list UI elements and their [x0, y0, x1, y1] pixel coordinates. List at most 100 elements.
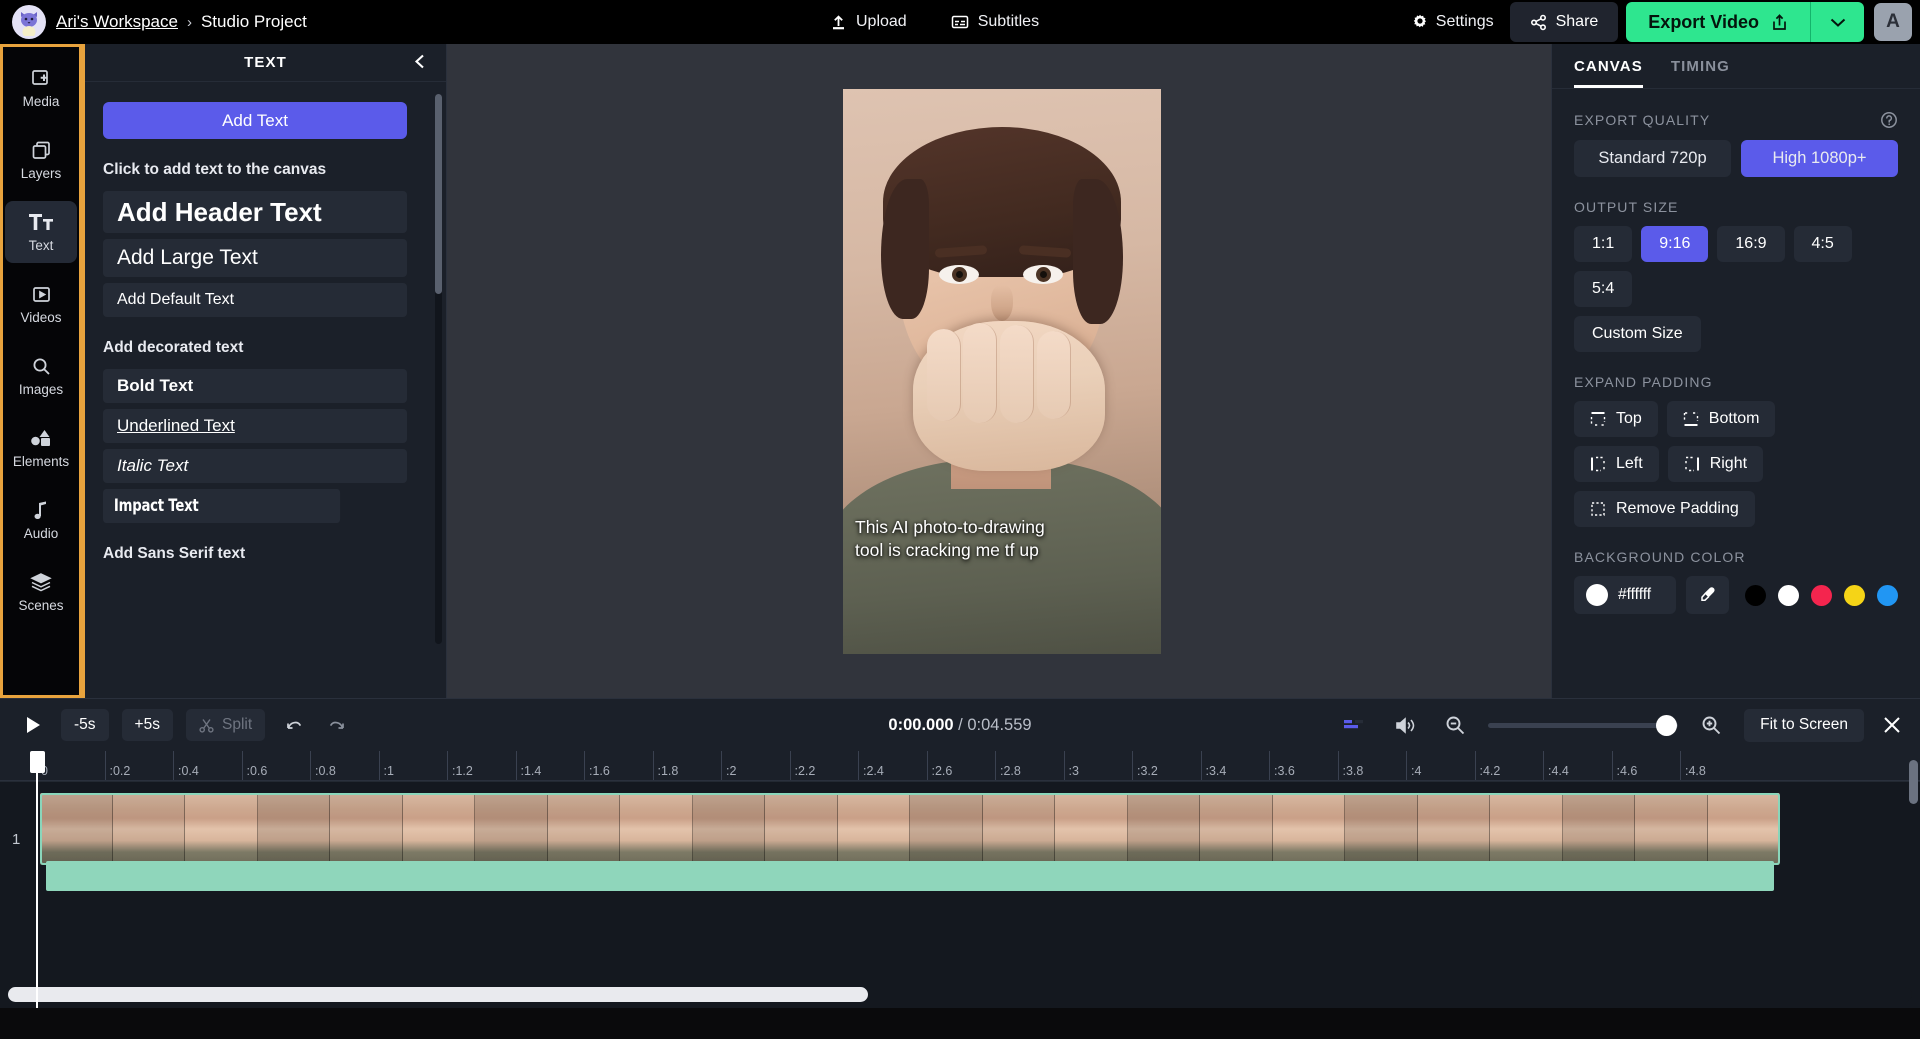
padding-right-button[interactable]: Right: [1667, 446, 1764, 482]
ratio-1-1[interactable]: 1:1: [1574, 226, 1633, 262]
playhead-handle[interactable]: [30, 751, 45, 773]
sidebar-item-audio[interactable]: Audio: [5, 489, 77, 551]
settings-button[interactable]: Settings: [1412, 13, 1494, 31]
tab-timing[interactable]: TIMING: [1671, 58, 1730, 88]
color-swatches: [1745, 584, 1898, 606]
page-title: TEXT: [244, 54, 287, 71]
upload-button[interactable]: Upload: [830, 13, 907, 31]
remove-padding-button[interactable]: Remove Padding: [1574, 491, 1755, 527]
style-label: Add Header Text: [117, 196, 322, 227]
padding-top-button[interactable]: Top: [1574, 401, 1658, 437]
top-center-actions: Upload Subtitles: [830, 0, 1039, 44]
style-add-header-text[interactable]: Add Header Text: [103, 191, 407, 233]
eyedropper-button[interactable]: [1686, 576, 1729, 614]
properties-panel: CANVAS TIMING EXPORT QUALITY Standard 72…: [1551, 44, 1920, 698]
chevron-left-icon[interactable]: [411, 52, 430, 71]
user-initial: A: [1886, 11, 1900, 32]
share-button[interactable]: Share: [1509, 2, 1619, 42]
export-options-button[interactable]: [1810, 2, 1864, 42]
ratio-4-5[interactable]: 4:5: [1793, 226, 1852, 262]
swatch-blue[interactable]: [1877, 584, 1898, 606]
style-bold-text[interactable]: Bold Text: [103, 369, 407, 403]
tab-canvas[interactable]: CANVAS: [1574, 58, 1643, 88]
background-color-field[interactable]: #ffffff: [1574, 576, 1677, 614]
user-avatar[interactable]: A: [1874, 3, 1912, 41]
ruler-tick: :0.4: [173, 751, 199, 780]
style-italic-text[interactable]: Italic Text: [103, 449, 407, 483]
export-video-button[interactable]: Export Video: [1626, 2, 1810, 42]
custom-size-button[interactable]: Custom Size: [1574, 316, 1701, 352]
sidebar-item-videos[interactable]: Videos: [5, 273, 77, 335]
clip-thumbnail: [692, 793, 765, 865]
help-circle-icon[interactable]: [1880, 111, 1898, 129]
zoom-slider[interactable]: [1488, 714, 1679, 736]
padding-left-button[interactable]: Left: [1574, 446, 1659, 482]
swatch-yellow[interactable]: [1844, 584, 1865, 606]
swatch-white[interactable]: [1778, 584, 1799, 606]
video-preview-frame[interactable]: This AI photo-to-drawing tool is crackin…: [843, 89, 1161, 654]
breadcrumb-project[interactable]: Studio Project: [201, 12, 307, 32]
quality-high-1080p[interactable]: High 1080p+: [1741, 140, 1898, 177]
style-impact-text[interactable]: Impact Text: [103, 489, 341, 523]
horizontal-scrollbar-thumb[interactable]: [8, 987, 868, 1002]
timeline-tracks[interactable]: 1: [0, 781, 1920, 1008]
sidebar-item-layers[interactable]: Layers: [5, 129, 77, 191]
sans-serif-heading: Add Sans Serif text: [103, 545, 246, 562]
add-text-button[interactable]: Add Text: [103, 102, 407, 139]
subtitles-button[interactable]: Subtitles: [951, 13, 1039, 31]
export-quality-options: Standard 720p High 1080p+: [1574, 140, 1898, 177]
close-icon[interactable]: [1880, 713, 1904, 737]
padding-bottom-button[interactable]: Bottom: [1666, 401, 1776, 437]
zoom-slider-handle[interactable]: [1656, 714, 1678, 736]
padding-left-label: Left: [1616, 455, 1643, 472]
ratio-9-16[interactable]: 9:16: [1641, 226, 1709, 262]
play-button[interactable]: [18, 711, 48, 739]
align-icon[interactable]: [1336, 713, 1372, 737]
ratio-5-4[interactable]: 5:4: [1574, 271, 1633, 307]
sidebar-item-media[interactable]: Media: [5, 57, 77, 119]
volume-icon[interactable]: [1388, 713, 1422, 738]
swatch-red[interactable]: [1811, 584, 1832, 606]
clip-thumbnail: [765, 793, 838, 865]
video-clip[interactable]: [40, 793, 1780, 865]
ruler-tick: :4.6: [1611, 751, 1637, 780]
style-label: Bold Text: [117, 376, 194, 395]
sidebar-label-audio: Audio: [23, 526, 59, 541]
timeline-toolbar: -5s +5s Split 0:00.000 / 0:04.559 Fit to…: [0, 698, 1920, 751]
redo-button[interactable]: [322, 714, 353, 737]
ratio-16-9[interactable]: 16:9: [1717, 226, 1785, 262]
forward-5s-button[interactable]: +5s: [121, 709, 173, 741]
style-underlined-text[interactable]: Underlined Text: [103, 409, 407, 443]
sidebar-item-elements[interactable]: Elements: [5, 417, 77, 479]
sidebar-item-images[interactable]: Images: [5, 345, 77, 407]
sidebar-item-text[interactable]: Text: [5, 201, 77, 263]
ruler-tick: :3.6: [1269, 751, 1295, 780]
ruler-tick: :2.8: [995, 751, 1021, 780]
vertical-scrollbar-thumb[interactable]: [1909, 760, 1918, 804]
undo-button[interactable]: [278, 714, 309, 737]
fit-to-screen-button[interactable]: Fit to Screen: [1744, 708, 1864, 742]
split-button[interactable]: Split: [185, 709, 266, 741]
style-label: Add Large Text: [117, 246, 258, 269]
panel-scrollbar-thumb[interactable]: [435, 94, 442, 294]
swatch-black[interactable]: [1745, 584, 1766, 606]
clip-thumbnail: [330, 793, 403, 865]
style-add-large-text[interactable]: Add Large Text: [103, 239, 407, 277]
audio-waveform-strip[interactable]: [46, 861, 1774, 891]
style-add-default-text[interactable]: Add Default Text: [103, 283, 407, 317]
breadcrumb-workspace[interactable]: Ari's Workspace: [56, 12, 178, 32]
clip-thumbnail: [112, 793, 185, 865]
zoom-out-icon[interactable]: [1438, 711, 1472, 739]
canvas-stage[interactable]: This AI photo-to-drawing tool is crackin…: [447, 44, 1551, 698]
clip-thumbnail: [257, 793, 330, 865]
ruler-tick: :3.2: [1132, 751, 1158, 780]
back-5s-button[interactable]: -5s: [61, 709, 109, 741]
sidebar-item-scenes[interactable]: Scenes: [5, 561, 77, 623]
timeline-ruler[interactable]: 0:0.2:0.4:0.6:0.8:1:1.2:1.4:1.6:1.8:2:2.…: [0, 751, 1920, 781]
cat-avatar-logo[interactable]: [12, 5, 46, 39]
subject-nose: [991, 285, 1013, 321]
layers-icon: [31, 139, 52, 161]
quality-standard-720p[interactable]: Standard 720p: [1574, 140, 1731, 177]
zoom-in-icon[interactable]: [1694, 711, 1728, 739]
